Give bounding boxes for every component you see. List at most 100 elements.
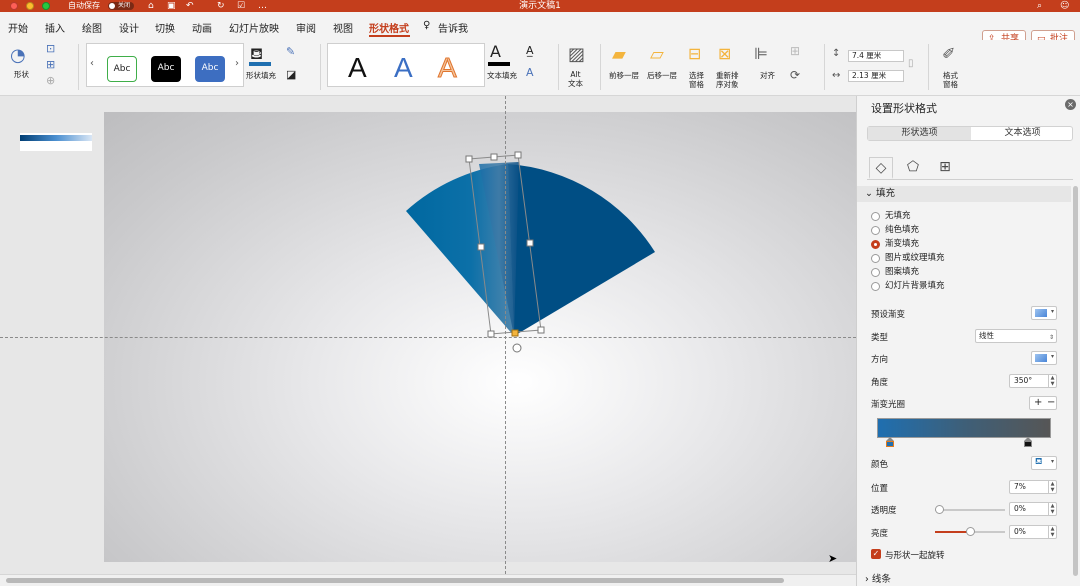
fill-option-label: 渐变填充: [885, 239, 920, 249]
scrollbar-thumb[interactable]: [6, 578, 784, 583]
send-backward-label: 后移一层: [647, 71, 677, 80]
wordart-sample-orange[interactable]: A: [438, 52, 458, 84]
height-field[interactable]: 7.4 厘米: [848, 50, 904, 62]
align-icon[interactable]: ⊫: [754, 44, 768, 63]
transparency-field[interactable]: 0% ▲ ▼: [1009, 502, 1057, 516]
size-properties-icon[interactable]: ⊞: [933, 157, 957, 179]
fill-section-header[interactable]: ⌄ 填充: [857, 186, 1071, 202]
chevron-right-icon[interactable]: ›: [235, 58, 239, 69]
tab-view[interactable]: 视图: [333, 20, 353, 35]
chevron-left-icon[interactable]: ‹: [90, 58, 94, 69]
slide-thumbnail[interactable]: [20, 133, 92, 151]
radio[interactable]: [871, 254, 880, 263]
line-section-header[interactable]: › 线条: [857, 572, 1071, 586]
slider-knob[interactable]: [935, 505, 944, 514]
add-stop-icon[interactable]: +: [1034, 397, 1042, 409]
shape-effects-icon[interactable]: ◪: [286, 68, 296, 81]
gradient-stop-right[interactable]: [1024, 437, 1032, 447]
chevron-right-icon: ›: [865, 574, 872, 585]
remove-stop-icon[interactable]: −: [1047, 397, 1055, 409]
direction-label: 方向: [871, 355, 889, 365]
text-outline-icon[interactable]: A̲: [526, 44, 534, 57]
merge-shapes-icon[interactable]: ⊕: [46, 74, 55, 87]
style-sample-black[interactable]: Abc: [151, 56, 181, 82]
transparency-slider[interactable]: [935, 505, 1005, 514]
tab-design[interactable]: 设计: [119, 20, 139, 35]
gradient-type-value: 线性: [979, 331, 994, 340]
radio-checked[interactable]: [871, 240, 880, 249]
tab-shape-format[interactable]: 形状格式: [369, 20, 409, 35]
transparency-stepper[interactable]: ▲ ▼: [1048, 503, 1056, 515]
format-pane-icon[interactable]: ✐: [942, 44, 955, 63]
ribbon-divider: [824, 44, 825, 90]
tab-text-options[interactable]: 文本选项: [971, 127, 1074, 140]
tab-insert[interactable]: 插入: [45, 20, 65, 35]
brightness-stepper[interactable]: ▲ ▼: [1048, 526, 1056, 538]
radio[interactable]: [871, 282, 880, 291]
position-stepper[interactable]: ▲ ▼: [1048, 481, 1056, 493]
tab-home[interactable]: 开始: [8, 20, 28, 35]
radio[interactable]: [871, 212, 880, 221]
text-fill-label: 文本填充: [487, 71, 517, 80]
align-label: 对齐: [760, 71, 775, 80]
style-sample-outline[interactable]: Abc: [107, 56, 137, 82]
radio[interactable]: [871, 268, 880, 277]
gradient-type-select[interactable]: 线性 ⇕: [975, 329, 1057, 343]
lock-aspect-icon[interactable]: ▯: [908, 58, 914, 69]
style-sample-blue[interactable]: Abc: [195, 56, 225, 82]
wordart-sample-blue[interactable]: A: [394, 52, 413, 84]
selection-pane-icon[interactable]: ⊟: [688, 44, 701, 63]
group-icon[interactable]: ⊞: [790, 44, 800, 58]
position-field[interactable]: 7% ▲ ▼: [1009, 480, 1057, 494]
tab-draw[interactable]: 绘图: [82, 20, 102, 35]
horizontal-scrollbar[interactable]: [0, 574, 856, 586]
rotate-icon[interactable]: ⟳: [790, 68, 800, 82]
fill-option-label: 无填充: [885, 211, 911, 221]
send-backward-icon[interactable]: ▱: [650, 44, 664, 65]
pane-scrollbar[interactable]: [1073, 186, 1078, 576]
shape-styles-gallery[interactable]: ‹ Abc Abc Abc ›: [86, 43, 244, 87]
tab-animations[interactable]: 动画: [192, 20, 212, 35]
stop-color: [886, 441, 894, 447]
ribbon-tabs: 开始 插入 绘图 设计 切换 动画 幻灯片放映 审阅 视图 形状格式 ♀ 告诉我…: [0, 12, 1080, 48]
shape-icon[interactable]: ◔: [10, 45, 26, 66]
reorder-icon[interactable]: ⊠: [718, 44, 731, 63]
tab-review[interactable]: 审阅: [296, 20, 316, 35]
slider-knob[interactable]: [965, 527, 975, 536]
wordart-sample-black[interactable]: A: [348, 52, 367, 84]
textbox-icon[interactable]: ⊞: [46, 58, 55, 71]
wordart-gallery[interactable]: A A A: [327, 43, 485, 87]
effects-icon[interactable]: ⬠: [901, 157, 925, 179]
resize-handle: [537, 326, 545, 334]
tab-slideshow[interactable]: 幻灯片放映: [229, 20, 279, 35]
slide-canvas-area[interactable]: ➤: [0, 96, 856, 574]
text-fill-icon[interactable]: A: [490, 42, 501, 61]
adjust-handle: [511, 329, 519, 337]
bring-forward-icon[interactable]: ▰: [612, 44, 626, 65]
shape-outline-icon[interactable]: ✎: [286, 45, 295, 58]
alt-text-icon[interactable]: ▨: [568, 44, 585, 65]
text-effects-icon[interactable]: A: [526, 66, 534, 79]
tab-shape-options[interactable]: 形状选项: [868, 127, 971, 140]
tell-me[interactable]: 告诉我: [438, 20, 468, 35]
fill-line-icon[interactable]: ◇: [869, 157, 893, 179]
direction-picker[interactable]: ▾: [1031, 351, 1057, 365]
search-icon[interactable]: ⌕: [1037, 0, 1042, 12]
angle-field[interactable]: 350° ▲ ▼: [1009, 374, 1057, 388]
tab-transitions[interactable]: 切换: [155, 20, 175, 35]
radio[interactable]: [871, 226, 880, 235]
brightness-field[interactable]: 0% ▲ ▼: [1009, 525, 1057, 539]
brightness-slider[interactable]: [935, 527, 1005, 536]
close-icon[interactable]: ×: [1065, 99, 1076, 110]
gradient-stops-label: 渐变光圈: [871, 400, 906, 410]
gradient-stop-left[interactable]: [886, 437, 894, 447]
angle-stepper[interactable]: ▲ ▼: [1048, 375, 1056, 387]
rotate-with-shape-checkbox[interactable]: ✓: [871, 549, 881, 559]
stop-color-picker[interactable]: ⛾ ▾: [1031, 456, 1057, 470]
account-icon[interactable]: ☺: [1060, 0, 1069, 12]
gradient-stops-bar[interactable]: [877, 418, 1051, 438]
edit-shape-icon[interactable]: ⊡: [46, 42, 55, 55]
caret-down-icon: ▾: [1050, 308, 1054, 315]
preset-gradient-picker[interactable]: ▾: [1031, 306, 1057, 320]
width-field[interactable]: 2.13 厘米: [848, 70, 904, 82]
